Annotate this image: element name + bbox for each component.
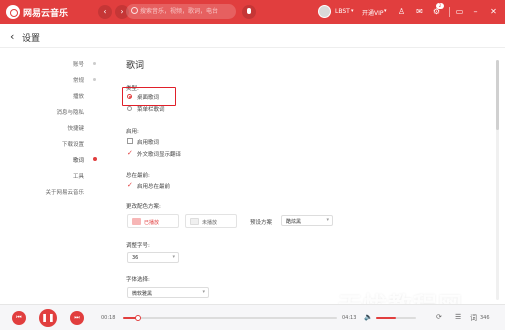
settings-nav-item[interactable]: 工具 (73, 172, 84, 180)
font-family-value: 微软雅黑 (132, 291, 153, 297)
translate-lyrics-label[interactable]: 外文歌词显示翻译 (137, 150, 181, 158)
playlist-icon[interactable]: ☰ (455, 313, 461, 321)
settings-nav-item[interactable]: 消息与隐私 (56, 108, 84, 116)
unplayed-color-button[interactable]: 未播放 (185, 214, 237, 228)
settings-nav-item-lyrics[interactable]: 歌词 (73, 156, 84, 164)
vip-chevron-icon[interactable]: ▾ (384, 8, 387, 14)
unplayed-color-swatch (190, 218, 199, 225)
menubar-lyrics-radio[interactable] (127, 106, 132, 111)
chevron-down-icon: ▾ (202, 289, 205, 295)
top-bar: 网易云音乐 ‹ › LBST ▾ 开通VIP ▾ ♙ ✉ 2 ⚙ ▭ – ✕ (0, 0, 505, 24)
topmost-label: 总在最前: (126, 173, 150, 179)
playlist-count: 346 (480, 315, 490, 321)
section-title: 歌词 (126, 61, 145, 71)
mic-icon[interactable] (242, 5, 256, 19)
font-family-label: 字体选择: (126, 277, 150, 283)
gear-icon[interactable]: ⚙ (431, 6, 442, 17)
user-menu-chevron-icon[interactable]: ▾ (351, 8, 354, 14)
played-label: 已播放 (144, 220, 160, 226)
settings-nav-dot (93, 78, 96, 81)
player-bar: ⏮ ❚❚ ⏭ 00:18 04:13 🔈 ⟳ ☰ 词 346 (0, 304, 505, 330)
nav-back-button[interactable]: ‹ (98, 5, 112, 19)
scrollbar[interactable] (496, 60, 499, 300)
search-input[interactable] (140, 4, 234, 19)
preset-label: 预设方案 (250, 220, 273, 226)
highlight-box (122, 87, 176, 106)
volume-fill (376, 317, 396, 319)
username[interactable]: LBST (335, 8, 350, 15)
mini-mode-icon[interactable]: ▭ (454, 6, 465, 17)
netease-logo-icon[interactable] (6, 5, 20, 19)
previous-track-button[interactable]: ⏮ (12, 311, 26, 325)
topmost-checkbox[interactable]: ✓ (127, 182, 133, 189)
settings-nav-item[interactable]: 账号 (73, 60, 84, 68)
played-color-swatch (132, 218, 141, 225)
enable-lyrics-label[interactable]: 启用歌词 (137, 138, 159, 146)
settings-nav-item[interactable]: 快捷键 (67, 124, 84, 132)
settings-nav-item[interactable]: 播放 (73, 92, 84, 100)
color-scheme-label: 更改配色方案: (126, 204, 161, 210)
progress-bar[interactable] (123, 315, 337, 321)
translate-lyrics-checkbox[interactable]: ✓ (127, 150, 133, 157)
total-time: 04:13 (342, 315, 357, 321)
tshirt-icon[interactable]: ♙ (396, 6, 407, 17)
settings-nav-item[interactable]: 关于网易云音乐 (45, 188, 84, 196)
lyrics-toggle-icon[interactable]: 词 (470, 313, 477, 323)
pause-button[interactable]: ❚❚ (39, 309, 57, 327)
settings-nav-dot (93, 62, 96, 65)
settings-nav-item[interactable]: 常规 (73, 76, 84, 84)
enable-label: 启用: (126, 129, 139, 135)
settings-nav-item[interactable]: 下载设置 (62, 140, 84, 148)
volume-slider[interactable] (376, 317, 416, 319)
preset-select[interactable]: 酷炫黑 ▾ (281, 215, 333, 226)
preset-value: 酷炫黑 (286, 219, 302, 225)
app-title[interactable]: 网易云音乐 (23, 6, 68, 19)
minimize-icon[interactable]: – (470, 6, 481, 17)
played-color-button[interactable]: 已播放 (127, 214, 179, 228)
play-mode-icon[interactable]: ⟳ (436, 313, 442, 321)
search-box[interactable] (126, 4, 236, 19)
avatar[interactable] (318, 5, 331, 18)
mail-icon[interactable]: ✉ (414, 6, 425, 17)
font-size-label: 调整字号: (126, 243, 150, 249)
open-vip-link[interactable]: 开通VIP (362, 8, 384, 17)
close-icon[interactable]: ✕ (488, 6, 499, 17)
back-arrow-icon[interactable]: ‹ (10, 30, 14, 43)
current-time: 00:18 (101, 315, 116, 321)
active-dot-icon (93, 157, 97, 161)
page-title: 设置 (22, 34, 41, 44)
unplayed-label: 未播放 (202, 220, 218, 226)
header-divider (0, 47, 505, 48)
menubar-lyrics-label[interactable]: 菜单栏歌词 (137, 105, 165, 113)
volume-icon[interactable]: 🔈 (364, 313, 373, 321)
topmost-option-label[interactable]: 启用总在最前 (137, 182, 170, 190)
font-family-select[interactable]: 微软雅黑 ▾ (127, 287, 209, 298)
font-size-select[interactable]: 36 ▾ (127, 252, 179, 263)
next-track-button[interactable]: ⏭ (70, 311, 84, 325)
chevron-down-icon: ▾ (172, 254, 175, 260)
scrollbar-thumb[interactable] (496, 60, 499, 130)
search-icon (131, 7, 138, 14)
progress-knob[interactable] (134, 315, 141, 321)
chevron-down-icon: ▾ (326, 217, 329, 223)
topbar-divider (449, 7, 450, 17)
enable-lyrics-checkbox[interactable] (127, 138, 133, 144)
font-size-value: 36 (132, 255, 139, 261)
